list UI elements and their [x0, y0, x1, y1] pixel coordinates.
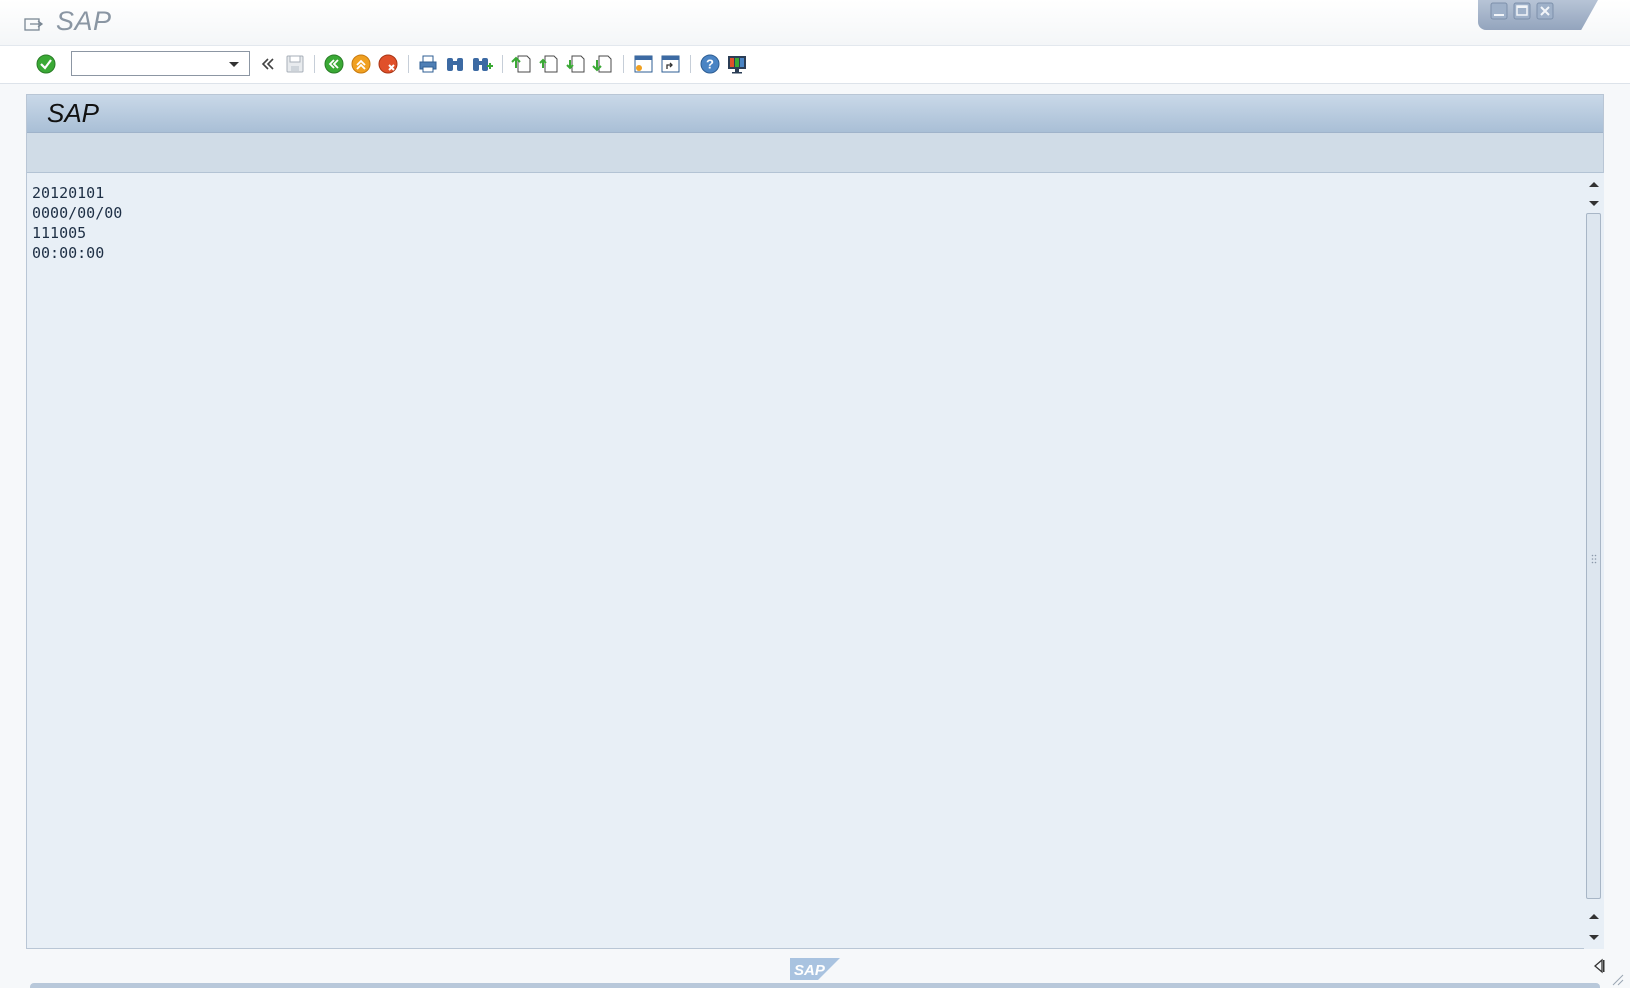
- main-panel: SAP 20120101 0000/00/00 111005 00:00:00: [26, 94, 1604, 949]
- output-line: 111005: [32, 224, 87, 242]
- create-session-icon[interactable]: [631, 52, 655, 76]
- resize-grip-icon[interactable]: [1608, 970, 1624, 986]
- chevron-down-icon[interactable]: [226, 57, 242, 71]
- svg-text:?: ?: [706, 57, 714, 72]
- toolbar-separator: [690, 55, 691, 73]
- toolbar-separator: [623, 55, 624, 73]
- create-shortcut-icon[interactable]: [658, 52, 682, 76]
- enter-icon[interactable]: [34, 52, 58, 76]
- minimize-icon[interactable]: [1490, 2, 1508, 20]
- print-icon[interactable]: [416, 52, 440, 76]
- status-bar-edge: [30, 983, 1600, 988]
- previous-page-icon[interactable]: [537, 52, 561, 76]
- scroll-up-icon[interactable]: [1586, 909, 1602, 925]
- help-icon[interactable]: ?: [698, 52, 722, 76]
- last-page-icon[interactable]: [591, 52, 615, 76]
- toolbar-separator: [408, 55, 409, 73]
- title-bar: SAP: [0, 0, 1630, 46]
- application-toolbar: [27, 133, 1603, 173]
- exit-icon[interactable]: [349, 52, 373, 76]
- toolbar-separator: [502, 55, 503, 73]
- scroll-down-icon[interactable]: [1586, 929, 1602, 945]
- save-icon[interactable]: [283, 52, 307, 76]
- command-field[interactable]: [71, 51, 250, 76]
- find-icon[interactable]: [443, 52, 467, 76]
- scroll-down-icon[interactable]: [1586, 195, 1602, 211]
- toolbar-separator: [314, 55, 315, 73]
- panel-title: SAP: [47, 98, 100, 128]
- output-line: 0000/00/00: [32, 204, 123, 222]
- scroll-up-icon[interactable]: [1586, 177, 1602, 193]
- window-controls: [1478, 0, 1598, 30]
- cancel-icon[interactable]: [376, 52, 400, 76]
- maximize-icon[interactable]: [1513, 2, 1531, 20]
- status-bar-toggle-icon[interactable]: [1592, 958, 1606, 974]
- back-icon[interactable]: [322, 52, 346, 76]
- svg-text:SAP: SAP: [794, 962, 826, 979]
- list-output: 20120101 0000/00/00 111005 00:00:00: [32, 183, 122, 263]
- first-page-icon[interactable]: [510, 52, 534, 76]
- standard-toolbar: ?: [0, 46, 1630, 84]
- next-page-icon[interactable]: [564, 52, 588, 76]
- output-line: 00:00:00: [32, 244, 105, 262]
- vertical-scrollbar[interactable]: [1584, 173, 1604, 949]
- scrollbar-thumb[interactable]: [1586, 213, 1601, 899]
- customize-layout-icon[interactable]: [725, 52, 749, 76]
- window-title: SAP: [56, 6, 112, 36]
- status-bar: SAP: [0, 950, 1630, 988]
- panel-title-bar: SAP: [27, 95, 1603, 133]
- grip-icon: [1591, 554, 1597, 564]
- find-next-icon[interactable]: [470, 52, 494, 76]
- close-icon[interactable]: [1536, 2, 1554, 20]
- collapse-toolbar-icon[interactable]: [256, 52, 280, 76]
- output-line: 20120101: [32, 184, 105, 202]
- sap-logo-icon: SAP: [790, 958, 840, 980]
- system-menu-icon[interactable]: [24, 16, 44, 32]
